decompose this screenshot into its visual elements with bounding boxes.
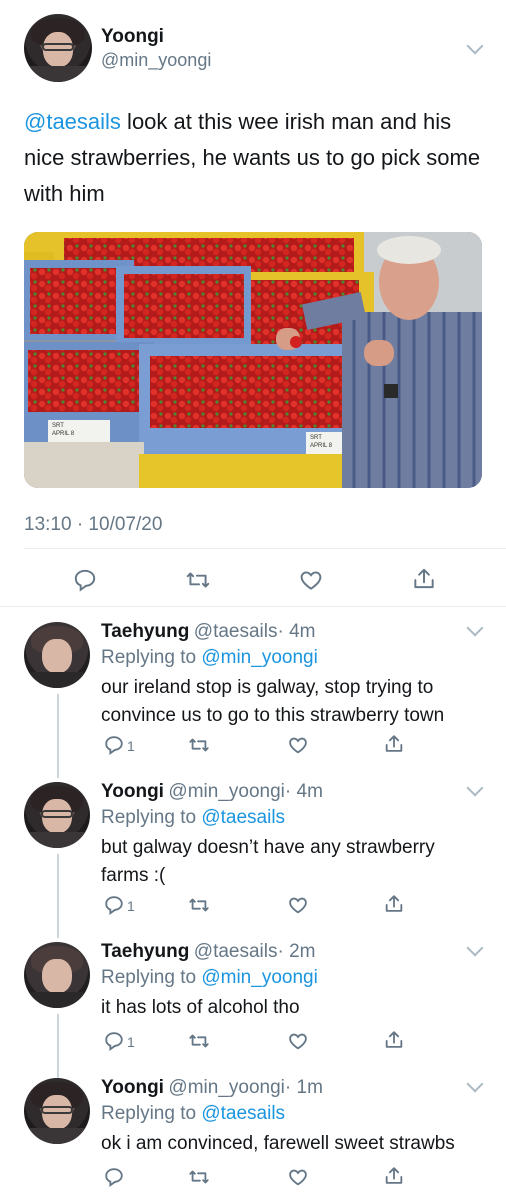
avatar-glasses <box>41 42 75 51</box>
crate-label-2: SRT APRIL 8 <box>310 435 333 449</box>
avatar-face <box>42 639 72 674</box>
reply-header: Yoongi @min_yoongi· 4m <box>101 781 323 803</box>
retweet-icon[interactable] <box>187 1030 211 1052</box>
like-icon[interactable] <box>287 894 309 916</box>
avatar-shirt <box>24 832 90 848</box>
like-icon[interactable] <box>287 1030 309 1052</box>
tweet-photo[interactable]: SRT APRIL 8 SRT APRIL 8 <box>24 232 482 488</box>
reply-count: 1 <box>127 898 135 914</box>
chevron-down-icon[interactable] <box>466 619 484 637</box>
avatar-glasses <box>41 809 73 818</box>
reply-author-name[interactable]: Taehyung <box>101 941 189 962</box>
chevron-down-icon[interactable] <box>466 1075 484 1093</box>
reply-text: it has lots of alcohol tho <box>101 997 300 1018</box>
thread-line <box>57 854 59 938</box>
reply-count: 1 <box>127 738 135 754</box>
reply-icon[interactable] <box>72 567 98 593</box>
reply-time: · 4m <box>277 621 316 642</box>
replying-to: Replying to @taesails <box>101 807 285 829</box>
avatar-shirt <box>24 672 90 688</box>
reply-icon[interactable] <box>103 734 125 756</box>
reply-author-handle[interactable]: @taesails <box>194 941 278 962</box>
replying-to: Replying to @min_yoongi <box>101 967 318 989</box>
strawberry-farmer-photo <box>24 232 482 488</box>
reply-header: Taehyung @taesails· 4m <box>101 621 316 643</box>
reply-author-name[interactable]: Yoongi <box>101 1077 164 1098</box>
avatar[interactable] <box>24 782 90 848</box>
reply-time: · 4m <box>284 781 323 802</box>
reply-text: our ireland stop is galway, stop trying … <box>101 677 445 726</box>
replying-to-link[interactable]: @min_yoongi <box>201 647 317 668</box>
author-name[interactable]: Yoongi <box>101 26 164 48</box>
retweet-icon[interactable] <box>187 734 211 756</box>
replying-to-link[interactable]: @taesails <box>201 1103 285 1124</box>
reply-count: 1 <box>127 1034 135 1050</box>
chevron-down-icon[interactable] <box>466 939 484 957</box>
replying-to-prefix: Replying to <box>101 967 202 988</box>
reply-text: ok i am convinced, farewell sweet strawb… <box>101 1133 455 1154</box>
replying-to-link[interactable]: @min_yoongi <box>201 967 317 988</box>
replying-to-prefix: Replying to <box>101 1103 202 1124</box>
tweet-text: @taesails look at this wee irish man and… <box>24 104 494 212</box>
mention-link[interactable]: @taesails <box>24 109 121 134</box>
reply-time: · 1m <box>284 1077 323 1098</box>
reply-text: but galway doesn’t have any strawberry f… <box>101 837 435 886</box>
share-icon[interactable] <box>411 566 437 592</box>
author-handle[interactable]: @min_yoongi <box>101 50 211 71</box>
reply-author-handle[interactable]: @min_yoongi <box>168 781 284 802</box>
replying-to-link[interactable]: @taesails <box>201 807 285 828</box>
share-icon[interactable] <box>383 1029 405 1051</box>
avatar[interactable] <box>24 942 90 1008</box>
thread-line <box>57 1014 59 1078</box>
avatar-main[interactable] <box>24 14 92 82</box>
share-icon[interactable] <box>383 733 405 755</box>
reply-author-name[interactable]: Taehyung <box>101 621 189 642</box>
reply-icon[interactable] <box>103 894 125 916</box>
tweet-timestamp[interactable]: 13:10 · 10/07/20 <box>24 514 162 536</box>
chevron-down-icon[interactable] <box>466 37 484 55</box>
reply-icon[interactable] <box>103 1030 125 1052</box>
avatar[interactable] <box>24 622 90 688</box>
like-icon[interactable] <box>298 567 324 593</box>
share-icon[interactable] <box>383 893 405 915</box>
replying-to-prefix: Replying to <box>101 807 202 828</box>
retweet-icon[interactable] <box>184 567 212 593</box>
avatar-shirt <box>24 65 92 82</box>
like-icon[interactable] <box>287 1166 309 1188</box>
retweet-icon[interactable] <box>187 894 211 916</box>
avatar-face <box>42 959 72 994</box>
retweet-icon[interactable] <box>187 1166 211 1188</box>
replying-to: Replying to @taesails <box>101 1103 285 1125</box>
reply-time: · 2m <box>277 941 316 962</box>
divider <box>0 606 506 607</box>
thread-line <box>57 694 59 778</box>
reply-author-handle[interactable]: @min_yoongi <box>168 1077 284 1098</box>
reply-author-handle[interactable]: @taesails <box>194 621 278 642</box>
like-icon[interactable] <box>287 734 309 756</box>
avatar[interactable] <box>24 1078 90 1144</box>
avatar-shirt <box>24 1128 90 1144</box>
share-icon[interactable] <box>383 1165 405 1187</box>
reply-author-name[interactable]: Yoongi <box>101 781 164 802</box>
crate-label-1: SRT APRIL 8 <box>52 423 75 437</box>
reply-header: Taehyung @taesails· 2m <box>101 941 316 963</box>
avatar-shirt <box>24 992 90 1008</box>
chevron-down-icon[interactable] <box>466 779 484 797</box>
avatar-glasses <box>41 1105 73 1114</box>
divider <box>24 548 506 549</box>
replying-to-prefix: Replying to <box>101 647 202 668</box>
reply-icon[interactable] <box>103 1166 125 1188</box>
reply-header: Yoongi @min_yoongi· 1m <box>101 1077 323 1099</box>
replying-to: Replying to @min_yoongi <box>101 647 318 669</box>
